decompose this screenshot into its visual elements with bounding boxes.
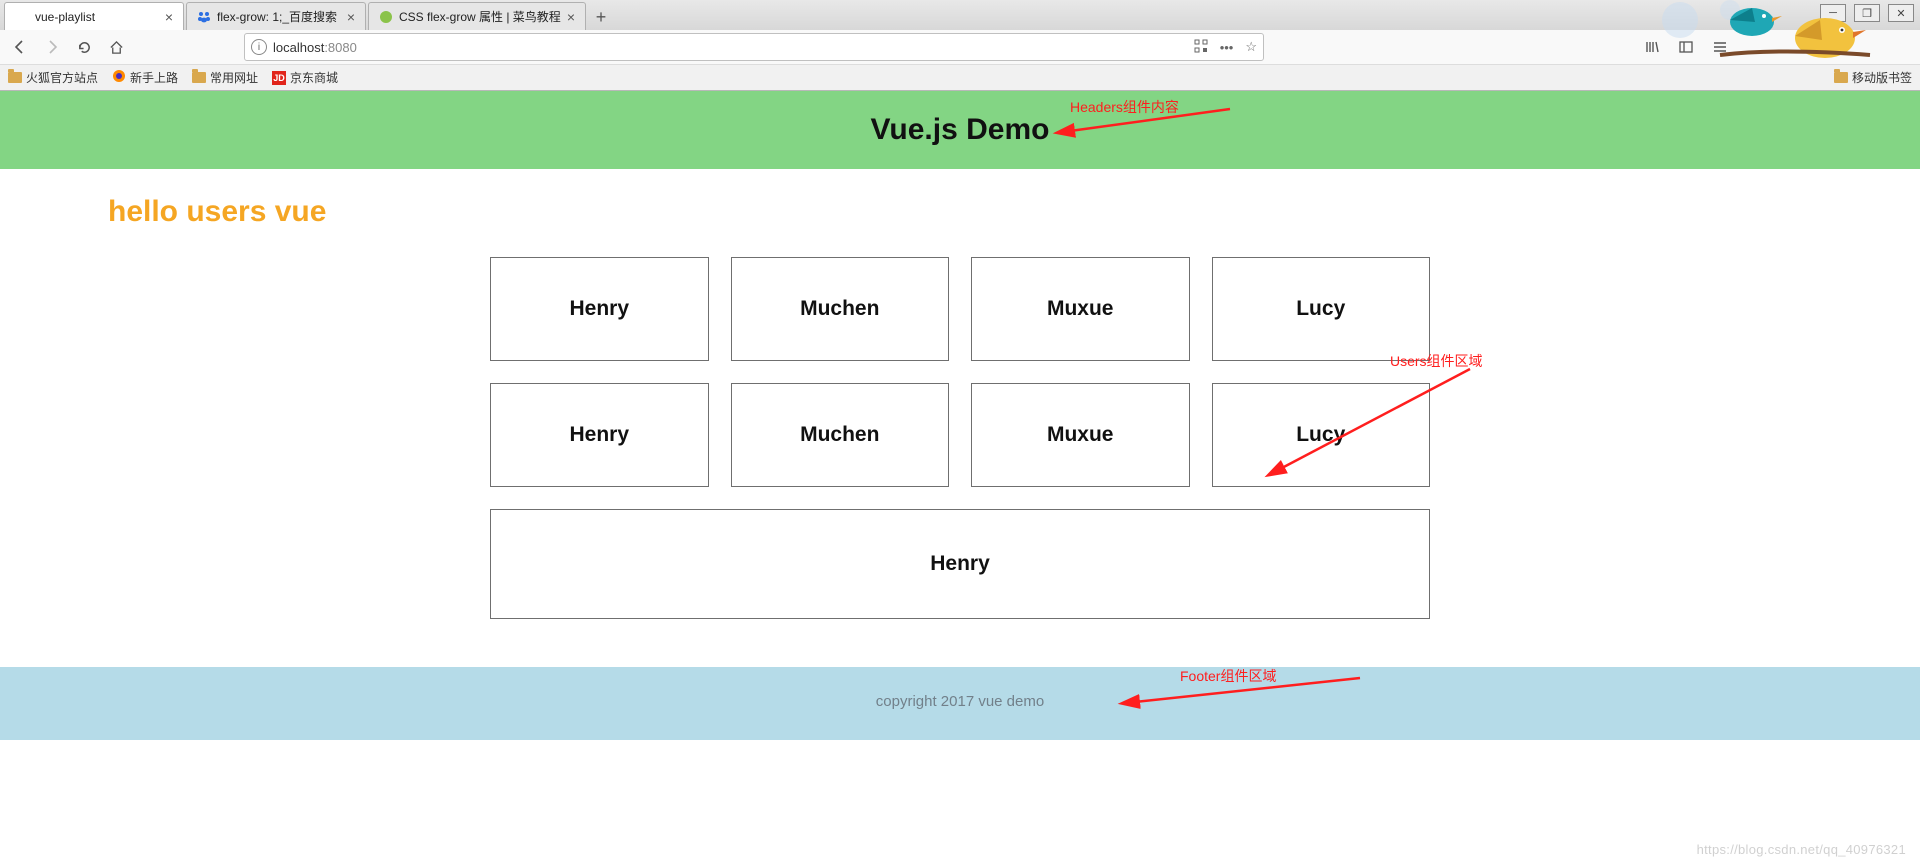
folder-icon (192, 72, 206, 83)
close-window-button[interactable]: ✕ (1888, 4, 1914, 22)
address-port: :8080 (324, 40, 357, 55)
address-bar[interactable]: i localhost:8080 ••• ☆ (244, 33, 1264, 61)
bookmark-firefox-official[interactable]: 火狐官方站点 (8, 69, 98, 86)
window-controls: ─ ❐ ✕ (1820, 4, 1914, 22)
jd-icon: JD (272, 71, 286, 85)
vue-header-component: Vue.js Demo Headers组件内容 (0, 91, 1920, 169)
user-name: Muxue (1047, 423, 1114, 447)
page-icon (15, 10, 29, 24)
sidebar-icon[interactable] (1672, 33, 1700, 61)
firefox-icon (112, 69, 126, 86)
page-viewport: Vue.js Demo Headers组件内容 hello users vue … (0, 91, 1920, 862)
bookmark-label: 京东商城 (290, 69, 338, 86)
user-name: Henry (930, 552, 990, 576)
vue-users-component: hello users vue Henry Muchen Muxue Lucy … (0, 169, 1920, 667)
page-title: Vue.js Demo (0, 113, 1920, 147)
annotation-label: Footer组件区域 (1180, 666, 1276, 686)
bookmark-newbie[interactable]: 新手上路 (112, 69, 178, 86)
bookmark-common[interactable]: 常用网址 (192, 69, 258, 86)
user-card[interactable]: Muxue (971, 257, 1190, 361)
tab-title: CSS flex-grow 属性 | 菜鸟教程 (399, 8, 561, 25)
user-name: Lucy (1296, 297, 1345, 321)
address-host: localhost (273, 40, 324, 55)
user-name: Muchen (800, 423, 879, 447)
browser-chrome: ─ ❐ ✕ vue-playlist × (0, 0, 1920, 91)
bookmark-label: 移动版书签 (1852, 69, 1912, 86)
qr-icon[interactable] (1194, 39, 1208, 56)
tab-vue-playlist[interactable]: vue-playlist × (4, 2, 184, 30)
user-card[interactable]: Muchen (731, 257, 950, 361)
users-heading: hello users vue (108, 195, 1920, 229)
bookmark-mobile[interactable]: 移动版书签 (1834, 69, 1912, 86)
vue-footer-component: copyright 2017 vue demo Footer组件区域 (0, 667, 1920, 740)
user-name: Muchen (800, 297, 879, 321)
nav-bar: i localhost:8080 ••• ☆ (0, 30, 1920, 64)
library-icon[interactable] (1638, 33, 1666, 61)
user-name: Henry (569, 297, 629, 321)
bookmark-label: 常用网址 (210, 69, 258, 86)
forward-button[interactable] (38, 33, 66, 61)
paw-icon (197, 10, 211, 24)
tab-title: flex-grow: 1;_百度搜索 (217, 8, 337, 25)
tab-title: vue-playlist (35, 10, 95, 24)
folder-icon (1834, 72, 1848, 83)
back-button[interactable] (6, 33, 34, 61)
meatball-icon[interactable]: ••• (1220, 40, 1234, 55)
watermark: https://blog.csdn.net/qq_40976321 (1697, 842, 1906, 857)
user-card[interactable]: Henry (490, 509, 1430, 619)
nav-right (1638, 33, 1914, 61)
user-name: Muxue (1047, 297, 1114, 321)
folder-icon (8, 72, 22, 83)
footer-text: copyright 2017 vue demo (876, 693, 1044, 710)
close-icon[interactable]: × (165, 9, 173, 25)
user-name: Lucy (1296, 423, 1345, 447)
bookmark-label: 新手上路 (130, 69, 178, 86)
tab-runoob[interactable]: CSS flex-grow 属性 | 菜鸟教程 × (368, 2, 586, 30)
close-icon[interactable]: × (567, 9, 575, 25)
star-icon[interactable]: ☆ (1245, 39, 1257, 55)
close-icon[interactable]: × (347, 9, 355, 25)
bookmark-bar: 火狐官方站点 新手上路 常用网址 JD 京东商城 移动版书签 (0, 64, 1920, 90)
bookmark-label: 火狐官方站点 (26, 69, 98, 86)
runoob-icon (379, 10, 393, 24)
bookmark-jd[interactable]: JD 京东商城 (272, 69, 338, 86)
user-card[interactable]: Henry (490, 257, 709, 361)
user-card[interactable]: Henry (490, 383, 709, 487)
minimize-button[interactable]: ─ (1820, 4, 1846, 22)
tab-baidu[interactable]: flex-grow: 1;_百度搜索 × (186, 2, 366, 30)
menu-icon[interactable] (1706, 33, 1734, 61)
tab-strip: vue-playlist × flex-grow: 1;_百度搜索 × CSS … (0, 0, 1920, 30)
info-icon[interactable]: i (251, 39, 267, 55)
new-tab-button[interactable]: + (588, 4, 614, 30)
maximize-button[interactable]: ❐ (1854, 4, 1880, 22)
reload-button[interactable] (70, 33, 98, 61)
home-button[interactable] (102, 33, 130, 61)
user-name: Henry (569, 423, 629, 447)
user-card[interactable]: Muxue (971, 383, 1190, 487)
users-grid: Henry Muchen Muxue Lucy Henry Muchen Mux… (490, 257, 1430, 619)
user-card[interactable]: Lucy (1212, 383, 1431, 487)
user-card[interactable]: Muchen (731, 383, 950, 487)
user-card[interactable]: Lucy (1212, 257, 1431, 361)
